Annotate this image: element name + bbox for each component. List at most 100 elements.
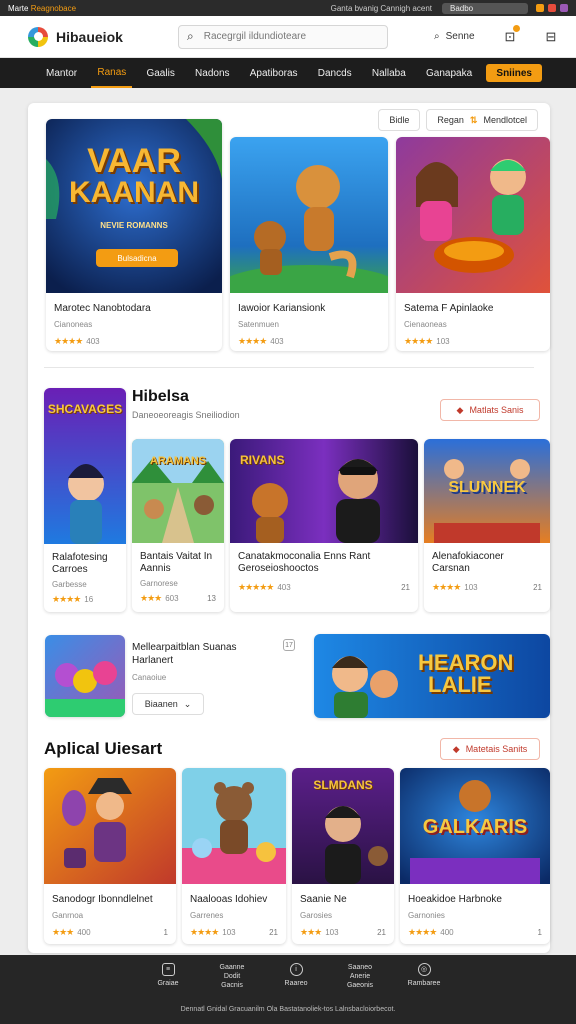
rating-stars-icon: ★★★★★ [238, 582, 274, 592]
tall-card-banner: SHCAVAGES [47, 402, 123, 416]
nav-item-1[interactable]: Ranas [91, 58, 133, 88]
featured-card-2[interactable]: Iawoior Kariansionk Satenmuen ★★★★ 403 [230, 137, 388, 351]
tall-game-card[interactable]: SHCAVAGES Ralafotesing Carroes Garbesse … [44, 388, 126, 612]
promo-badge: 17 [283, 639, 295, 651]
cart-badge [513, 24, 521, 32]
card-thumbnail: SLMDANS [292, 768, 394, 884]
hero-play-button[interactable]: Bulsadicna [96, 249, 178, 267]
rating-stars-icon: ★★★★ [408, 927, 437, 937]
card-thumbnail [396, 137, 550, 293]
game-card-6[interactable]: SLMDANS Saanie Ne Garosies ★★★ 103 21 [292, 768, 394, 944]
card-thumbnail: SLUNNEK [424, 439, 550, 543]
bottom-item-3[interactable]: Saaneo Anerie Gaeonis [342, 963, 378, 990]
animal-artwork [230, 137, 388, 293]
section-divider [44, 367, 534, 368]
featured-card-3[interactable]: Satema F Apinlaoke Cienaoneas ★★★★ 103 [396, 137, 550, 351]
nav-item-5[interactable]: Dancds [312, 58, 358, 88]
promo-thumb-card[interactable] [45, 635, 125, 717]
card-thumbnail: RIVANS [230, 439, 418, 543]
section-title: Aplical Uiesart [44, 739, 163, 758]
nav-item-4[interactable]: Apatiboras [244, 58, 304, 88]
nav-item-7[interactable]: Ganapaka [420, 58, 478, 88]
bottom-item-1[interactable]: Gaanne Dodit Gacnis [214, 963, 250, 990]
card-rating: ★★★★ 403 [238, 336, 284, 346]
search-placeholder: Racegrgil ildundioteare [203, 31, 307, 42]
bottom-item-4[interactable]: ◎ Rambaree [406, 963, 442, 990]
card-thumbnail [182, 768, 286, 884]
user-search-icon: ⌕ [434, 31, 440, 42]
notification-icon[interactable] [536, 4, 544, 12]
hero-headline: VAAR KAANAN [69, 142, 199, 209]
card-subtitle: Cianoneas [54, 320, 93, 329]
filter-button[interactable]: Bidle [378, 109, 421, 131]
game-card-4[interactable]: Sanodogr Ibonndlelnet Ganrnoa ★★★ 400 1 [44, 768, 176, 944]
rating-stars-icon: ★★★★ [432, 582, 461, 592]
bag-icon[interactable]: ⊟ [545, 29, 556, 45]
nav-item-3[interactable]: Nadons [189, 58, 235, 88]
settings-icon: ◎ [417, 963, 431, 976]
card-rating: ★★★ 603 13 [140, 593, 216, 603]
game-card-5[interactable]: Naalooas Idohiev Garrenes ★★★★ 103 21 [182, 768, 286, 944]
card-title: Ralafotesing [52, 552, 108, 563]
bottom-item-2[interactable]: i Raareo [278, 963, 314, 990]
bears-artwork [182, 768, 286, 884]
nav-item-6[interactable]: Nallaba [366, 58, 412, 88]
promo-subtitle: Canaoiue [132, 673, 167, 682]
card-subtitle: Cienaoneas [404, 320, 447, 329]
card-title-line2: Carsnan [432, 563, 470, 574]
main-nav: Mantor Ranas Gaalis Nadons Apatiboras Da… [0, 58, 576, 88]
card-title: Iawoior Kariansionk [238, 303, 326, 314]
hero-tagline: NEVIE ROMANNS [100, 221, 168, 230]
nav-cta-button[interactable]: Sniines [486, 64, 542, 82]
cart-icon[interactable]: ⊡ [505, 24, 521, 45]
nav-item-0[interactable]: Mantor [40, 58, 83, 88]
rating-stars-icon: ★★★★ [52, 594, 81, 604]
card-banner: GALKARIS [422, 816, 528, 838]
see-all-button[interactable]: ◆ Matetais Sanits [440, 738, 540, 760]
card-thumbnail: ARAMANS [132, 439, 224, 543]
card-title: Bantais Vaitat In [140, 551, 213, 562]
brand-name[interactable]: Hibaueiok [56, 29, 174, 45]
sort-icon: ⇅ [469, 114, 478, 125]
card-banner: ARAMANS [149, 455, 207, 467]
profile-icon[interactable] [560, 4, 568, 12]
alert-icon[interactable] [548, 4, 556, 12]
brand-logo-icon[interactable] [28, 26, 48, 47]
rating-stars-icon: ★★★★ [190, 927, 219, 937]
bottom-bar: ≡ Graiae Gaanne Dodit Gacnis i Raareo Saan… [0, 955, 576, 1024]
status-pill[interactable]: Badbo [442, 2, 528, 14]
search-icon: ⌕ [187, 29, 194, 43]
card-title: Sanodogr Ibonndlelnet [52, 894, 153, 905]
account-label: Senne [445, 31, 475, 42]
account-button[interactable]: ⌕ Senne [434, 31, 475, 42]
card-rating: ★★★★ 103 21 [190, 927, 278, 937]
see-all-button[interactable]: ◆ Matlats Sanis [440, 399, 540, 421]
nav-item-2[interactable]: Gaalis [140, 58, 180, 88]
promo-button[interactable]: Biaanen ⌄ [132, 693, 204, 715]
section-subtitle: Daneoeoreagis Sneiliodion [132, 410, 240, 420]
game-card-7[interactable]: GALKARIS Hoeakidoe Harbnoke Garnonies ★★… [400, 768, 550, 944]
card-rating: ★★★★ 16 [52, 594, 94, 604]
flame-icon: ◆ [456, 404, 464, 415]
rating-stars-icon: ★★★★ [238, 336, 267, 346]
card-thumbnail: GALKARIS [400, 768, 550, 884]
card-title: Naalooas Idohiev [190, 894, 268, 905]
search-input[interactable]: ⌕ Racegrgil ildundioteare [178, 24, 388, 49]
card-title: Canatakmoconalia Enns Rant [238, 551, 371, 562]
card-rating: ★★★★ 103 21 [432, 582, 542, 592]
app-header: Hibaueiok ⌕ Racegrgil ildundioteare ⌕ Se… [0, 16, 576, 58]
promo-banner-text: HEARON LALIE [418, 650, 514, 697]
info-icon: i [289, 963, 303, 976]
card-rating: ★★★★ 403 [54, 336, 100, 346]
promo-banner-card[interactable]: HEARON LALIE [314, 634, 550, 718]
rating-stars-icon: ★★★ [140, 593, 162, 603]
sort-button[interactable]: Regan ⇅ Mendlotcel [426, 109, 538, 131]
card-title: Alenafokiaconer [432, 551, 504, 562]
game-card-1[interactable]: ARAMANS Bantais Vaitat In Aannis Garnore… [132, 439, 224, 612]
game-card-3[interactable]: SLUNNEK Alenafokiaconer Carsnan ★★★★ 103 2… [424, 439, 550, 612]
card-subtitle: Garnonies [408, 911, 445, 920]
featured-hero-card[interactable]: VAAR KAANAN NEVIE ROMANNS Bulsadicna Mar… [46, 119, 222, 351]
flame-icon: ◆ [452, 743, 460, 754]
bottom-item-0[interactable]: ≡ Graiae [150, 963, 186, 990]
game-card-2[interactable]: RIVANS Canatakmoconalia Enns Rant Gerose… [230, 439, 418, 612]
